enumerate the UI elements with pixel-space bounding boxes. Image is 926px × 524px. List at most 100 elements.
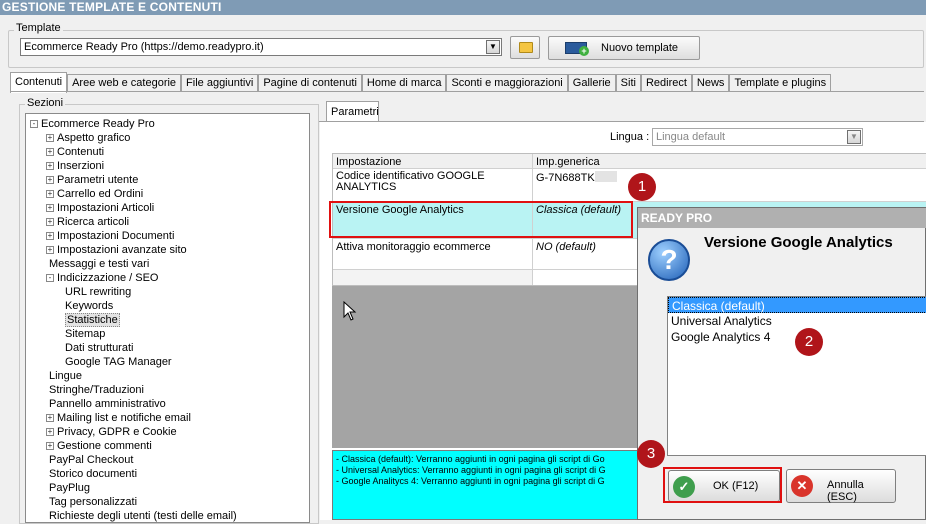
tree-item[interactable]: + Aspetto grafico <box>46 131 130 145</box>
tab-news[interactable]: News <box>691 74 730 92</box>
tab-template-e-plugins[interactable]: Template e plugins <box>729 74 832 92</box>
tree-item[interactable]: + Mailing list e notifiche email <box>46 411 191 425</box>
tree-item[interactable]: Lingue <box>46 369 82 383</box>
tab-contenuti[interactable]: Contenuti <box>10 72 68 93</box>
tree-item[interactable]: + Impostazioni Articoli <box>46 201 154 215</box>
tab-sconti-e-maggiorazioni[interactable]: Sconti e maggiorazioni <box>446 74 568 92</box>
cancel-button[interactable]: ✕ Annulla (ESC) <box>786 469 896 503</box>
step-badge: 1 <box>628 173 656 201</box>
dialog-heading: Versione Google Analytics <box>704 234 893 251</box>
expand-icon[interactable]: + <box>46 204 54 212</box>
ga-code-value: G-7N688TK <box>536 172 595 184</box>
sezioni-legend: Sezioni <box>25 97 66 109</box>
tree-item[interactable]: Google TAG Manager <box>62 355 172 369</box>
tree-item[interactable]: + Contenuti <box>46 145 104 159</box>
sections-tree[interactable]: - Ecommerce Ready Pro + Aspetto grafico + Con… <box>25 113 310 523</box>
plus-icon: + <box>579 46 589 56</box>
expand-icon[interactable]: + <box>46 414 54 422</box>
tree-item[interactable]: Messaggi e testi vari <box>46 257 149 271</box>
dialog-title: READY PRO <box>638 208 926 228</box>
tree-item[interactable]: Storico documenti <box>46 467 137 481</box>
close-icon: ✕ <box>791 475 813 497</box>
tree-item[interactable]: - Ecommerce Ready Pro <box>30 117 155 131</box>
tree-item-label: Aspetto grafico <box>57 132 131 144</box>
option-universal[interactable]: Universal Analytics <box>668 313 926 329</box>
tree-item[interactable]: Keywords <box>62 299 113 313</box>
chevron-down-icon[interactable]: ▼ <box>486 40 500 54</box>
options-list[interactable]: Classica (default) Universal Analytics G… <box>667 296 926 456</box>
tree-item[interactable]: + Carrello ed Ordini <box>46 187 143 201</box>
expand-icon[interactable]: + <box>46 148 54 156</box>
collapse-icon[interactable]: - <box>46 274 54 282</box>
mouse-cursor-icon <box>343 301 357 321</box>
expand-icon[interactable]: + <box>46 162 54 170</box>
tree-item-label: Messaggi e testi vari <box>49 258 150 270</box>
tree-item[interactable]: + Gestione commenti <box>46 439 152 453</box>
tab-gallerie[interactable]: Gallerie <box>567 74 616 92</box>
tree-item[interactable]: - Indicizzazione / SEO <box>46 271 159 285</box>
window-title: GESTIONE TEMPLATE E CONTENUTI <box>0 0 926 15</box>
tree-item[interactable]: + Impostazioni Documenti <box>46 229 174 243</box>
expand-icon[interactable]: + <box>46 442 54 450</box>
option-classica[interactable]: Classica (default) <box>668 297 926 313</box>
new-template-button[interactable]: + Nuovo template <box>548 36 700 60</box>
tree-item[interactable]: PayPal Checkout <box>46 453 133 467</box>
tree-item[interactable]: + Privacy, GDPR e Cookie <box>46 425 177 439</box>
open-folder-button[interactable] <box>510 36 540 59</box>
grid-row-setting[interactable]: Attiva monitoraggio ecommerce <box>333 239 533 270</box>
tree-item-label: Impostazioni avanzate sito <box>57 244 187 256</box>
grid-empty-row <box>333 270 533 285</box>
collapse-icon[interactable]: - <box>30 120 38 128</box>
tab-parametri[interactable]: Parametri <box>326 101 379 122</box>
highlight-box-version-row <box>329 201 633 238</box>
expand-icon[interactable]: + <box>46 232 54 240</box>
tree-item-label: Parametri utente <box>57 174 139 186</box>
cancel-label: Annulla (ESC) <box>827 479 864 503</box>
tree-item[interactable]: Dati strutturati <box>62 341 133 355</box>
grid-empty-area <box>332 286 638 448</box>
tab-siti[interactable]: Siti <box>615 74 641 92</box>
grid-row-value[interactable]: G-7N688TK <box>533 169 926 202</box>
tree-item-label: Tag personalizzati <box>49 496 138 508</box>
tree-item[interactable]: Tag personalizzati <box>46 495 137 509</box>
tree-item-label: Ecommerce Ready Pro <box>41 118 155 130</box>
new-template-label: Nuovo template <box>601 42 679 54</box>
step-badge: 3 <box>637 440 665 468</box>
chevron-down-icon[interactable]: ▼ <box>847 130 861 144</box>
tree-item[interactable]: Pannello amministrativo <box>46 397 166 411</box>
tab-home-di-marca[interactable]: Home di marca <box>361 74 447 92</box>
tree-item[interactable]: URL rewriting <box>62 285 131 299</box>
tree-item[interactable]: Statistiche <box>62 313 120 327</box>
step-badge: 2 <box>795 328 823 356</box>
tabs-divider <box>10 91 924 92</box>
tab-pagine-di-contenuti[interactable]: Pagine di contenuti <box>258 74 362 92</box>
template-select[interactable]: Ecommerce Ready Pro (https://demo.readyp… <box>20 38 502 56</box>
tree-item-label: Privacy, GDPR e Cookie <box>57 426 177 438</box>
expand-icon[interactable]: + <box>46 176 54 184</box>
tree-item-label: Stringhe/Traduzioni <box>49 384 144 396</box>
expand-icon[interactable]: + <box>46 246 54 254</box>
tree-item-label: Mailing list e notifiche email <box>57 412 191 424</box>
tree-item[interactable]: Sitemap <box>62 327 105 341</box>
description-line: - Classica (default): Verranno aggiunti … <box>336 454 605 464</box>
question-icon: ? <box>648 239 690 281</box>
tree-item-label: Lingue <box>49 370 83 382</box>
tab-aree-web-e-categorie[interactable]: Aree web e categorie <box>67 74 182 92</box>
tree-item[interactable]: + Ricerca articoli <box>46 215 129 229</box>
expand-icon[interactable]: + <box>46 134 54 142</box>
description-line: - Universal Analytics: Verranno aggiunti… <box>336 465 606 475</box>
tree-item[interactable]: Stringhe/Traduzioni <box>46 383 144 397</box>
tree-item[interactable]: + Impostazioni avanzate sito <box>46 243 187 257</box>
tree-item[interactable]: Richieste degli utenti (testi delle emai… <box>46 509 237 522</box>
expand-icon[interactable]: + <box>46 428 54 436</box>
tree-item[interactable]: + Parametri utente <box>46 173 138 187</box>
grid-row-setting[interactable]: Codice identificativo GOOGLE ANALYTICS <box>333 169 533 202</box>
tree-item[interactable]: PayPlug <box>46 481 90 495</box>
expand-icon[interactable]: + <box>46 218 54 226</box>
tab-file-aggiuntivi[interactable]: File aggiuntivi <box>181 74 259 92</box>
tree-item[interactable]: + Inserzioni <box>46 159 104 173</box>
tree-item-label: Keywords <box>65 300 114 312</box>
tab-redirect[interactable]: Redirect <box>640 74 692 92</box>
expand-icon[interactable]: + <box>46 190 54 198</box>
lingua-select[interactable]: Lingua default ▼ <box>652 128 863 146</box>
